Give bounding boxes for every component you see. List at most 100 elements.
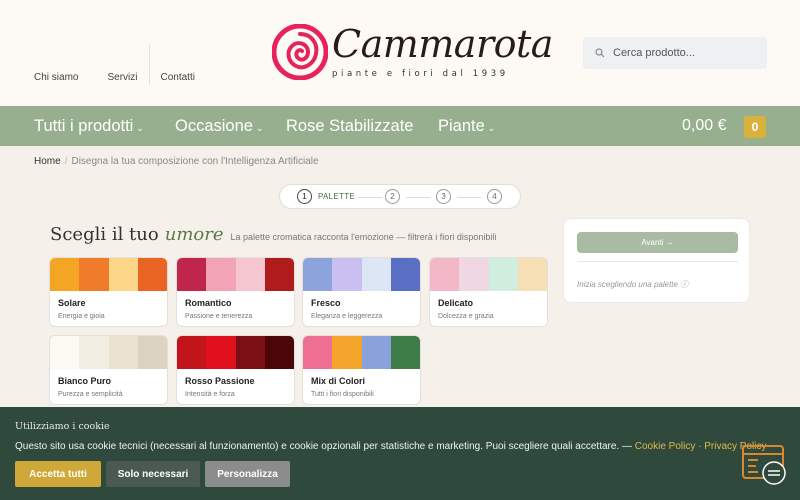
palette-desc: Purezza e semplicità: [58, 391, 123, 398]
palette-swatches: [430, 258, 547, 291]
cart-count-badge[interactable]: 0: [744, 116, 766, 138]
site-header: Chi siamo Servizi Contatti Cammarota pia…: [0, 0, 800, 106]
cookie-title: Utilizziamo i cookie: [15, 421, 110, 432]
color-swatch: [361, 258, 391, 291]
heading-subtitle: La palette cromatica racconta l'emozione…: [230, 232, 497, 242]
palette-desc: Passione e tenerezza: [185, 313, 253, 320]
cookie-message: Questo sito usa cookie tecnici (necessar…: [15, 441, 635, 452]
color-swatch: [108, 258, 138, 291]
color-swatch: [264, 258, 294, 291]
panel-hint: Inizia scegliendo una palette ⓘ: [577, 280, 689, 289]
color-swatch: [459, 258, 489, 291]
color-swatch: [488, 258, 518, 291]
breadcrumb-separator: /: [64, 156, 68, 167]
logo-tagline: piante e fiori dal 1939: [332, 69, 509, 79]
palette-card-bianco-puro[interactable]: Bianco Puro Purezza e semplicità: [49, 335, 168, 405]
cookie-policy-link[interactable]: Cookie Policy: [635, 441, 696, 452]
nav-divider: [149, 45, 151, 85]
cookie-text: Questo sito usa cookie tecnici (necessar…: [15, 441, 767, 452]
palette-card-delicato[interactable]: Delicato Dolcezza e grazia: [429, 257, 548, 327]
palette-name: Romantico: [185, 298, 232, 308]
cookie-settings-icon[interactable]: [742, 445, 790, 485]
heading-main: Scegli il tuo: [50, 224, 159, 245]
color-swatch: [50, 258, 80, 291]
step-3[interactable]: 3: [436, 189, 451, 204]
brand-logo[interactable]: Cammarota piante e fiori dal 1939: [272, 22, 553, 82]
palette-name: Fresco: [311, 298, 341, 308]
search-box[interactable]: [583, 37, 767, 69]
color-swatch: [137, 336, 167, 369]
selection-panel: Avanti → Inizia scegliendo una palette ⓘ: [563, 218, 750, 303]
menu-rose-stabilizzate[interactable]: Rose Stabilizzate: [286, 117, 413, 136]
chevron-down-icon: ⌄: [136, 123, 144, 133]
link-separator: ·: [695, 441, 705, 452]
color-swatch: [177, 336, 207, 369]
color-swatch: [361, 336, 391, 369]
color-swatch: [79, 258, 109, 291]
palette-card-rosso-passione[interactable]: Rosso Passione Intensità e forza: [176, 335, 295, 405]
step-connector: [358, 197, 382, 198]
section-heading: Scegli il tuo umore La palette cromatica…: [50, 224, 496, 245]
palette-card-solare[interactable]: Solare Energia e gioia: [49, 257, 168, 327]
step-4[interactable]: 4: [487, 189, 502, 204]
menu-label: Rose Stabilizzate: [286, 117, 414, 135]
step-connector: [406, 197, 430, 198]
palette-name: Mix di Colori: [311, 376, 365, 386]
heading-accent: umore: [164, 224, 224, 245]
palette-desc: Tutti i fiori disponibili: [311, 391, 374, 398]
color-swatch: [517, 258, 547, 291]
palette-desc: Energia e gioia: [58, 313, 105, 320]
palette-desc: Dolcezza e grazia: [438, 313, 494, 320]
color-swatch: [108, 336, 138, 369]
color-swatch: [332, 336, 362, 369]
palette-desc: Intensità e forza: [185, 391, 235, 398]
menu-occasione[interactable]: Occasione ⌄: [175, 117, 264, 136]
palette-name: Rosso Passione: [185, 376, 255, 386]
color-swatch: [50, 336, 80, 369]
palette-name: Bianco Puro: [58, 376, 112, 386]
color-swatch: [235, 336, 265, 369]
nav-link-chi-siamo[interactable]: Chi siamo: [34, 72, 78, 83]
cookie-banner: Utilizziamo i cookie Questo sito usa coo…: [0, 407, 800, 500]
top-nav: Chi siamo Servizi Contatti: [34, 45, 195, 97]
nav-link-servizi[interactable]: Servizi: [107, 72, 137, 83]
palette-name: Solare: [58, 298, 86, 308]
step-active-label: PALETTE: [318, 192, 356, 201]
accept-all-button[interactable]: Accetta tutti: [15, 461, 101, 487]
nav-link-contatti[interactable]: Contatti: [160, 72, 194, 83]
search-icon: [595, 48, 605, 58]
palette-swatches: [303, 258, 420, 291]
search-input[interactable]: [613, 47, 753, 59]
palette-swatches: [177, 258, 294, 291]
breadcrumb-home[interactable]: Home: [34, 156, 61, 167]
cart-total[interactable]: 0,00 €: [682, 117, 726, 135]
chevron-down-icon: ⌄: [487, 123, 496, 133]
color-swatch: [177, 258, 207, 291]
color-swatch: [264, 336, 294, 369]
menu-label: Occasione: [175, 117, 253, 135]
step-2[interactable]: 2: [385, 189, 400, 204]
palette-swatches: [303, 336, 420, 369]
color-swatch: [430, 258, 460, 291]
palette-card-fresco[interactable]: Fresco Eleganza e leggerezza: [302, 257, 421, 327]
customize-button[interactable]: Personalizza: [205, 461, 290, 487]
step-1[interactable]: 1: [297, 189, 312, 204]
color-swatch: [390, 336, 420, 369]
menu-label: Tutti i prodotti: [34, 117, 134, 135]
color-swatch: [206, 336, 236, 369]
step-connector: [457, 197, 481, 198]
necessary-only-button[interactable]: Solo necessari: [106, 461, 200, 487]
color-swatch: [235, 258, 265, 291]
palette-name: Delicato: [438, 298, 474, 308]
palette-swatches: [50, 258, 167, 291]
next-button[interactable]: Avanti →: [577, 232, 738, 253]
palette-swatches: [177, 336, 294, 369]
palette-card-mix-di-colori[interactable]: Mix di Colori Tutti i fiori disponibili: [302, 335, 421, 405]
wizard-stepper: 1 PALETTE 2 3 4: [279, 184, 521, 209]
panel-divider: [577, 261, 738, 262]
menu-piante[interactable]: Piante ⌄: [438, 117, 495, 136]
color-swatch: [303, 258, 333, 291]
palette-card-romantico[interactable]: Romantico Passione e tenerezza: [176, 257, 295, 327]
menu-tutti-i-prodotti[interactable]: Tutti i prodotti ⌄: [34, 117, 144, 136]
color-swatch: [332, 258, 362, 291]
